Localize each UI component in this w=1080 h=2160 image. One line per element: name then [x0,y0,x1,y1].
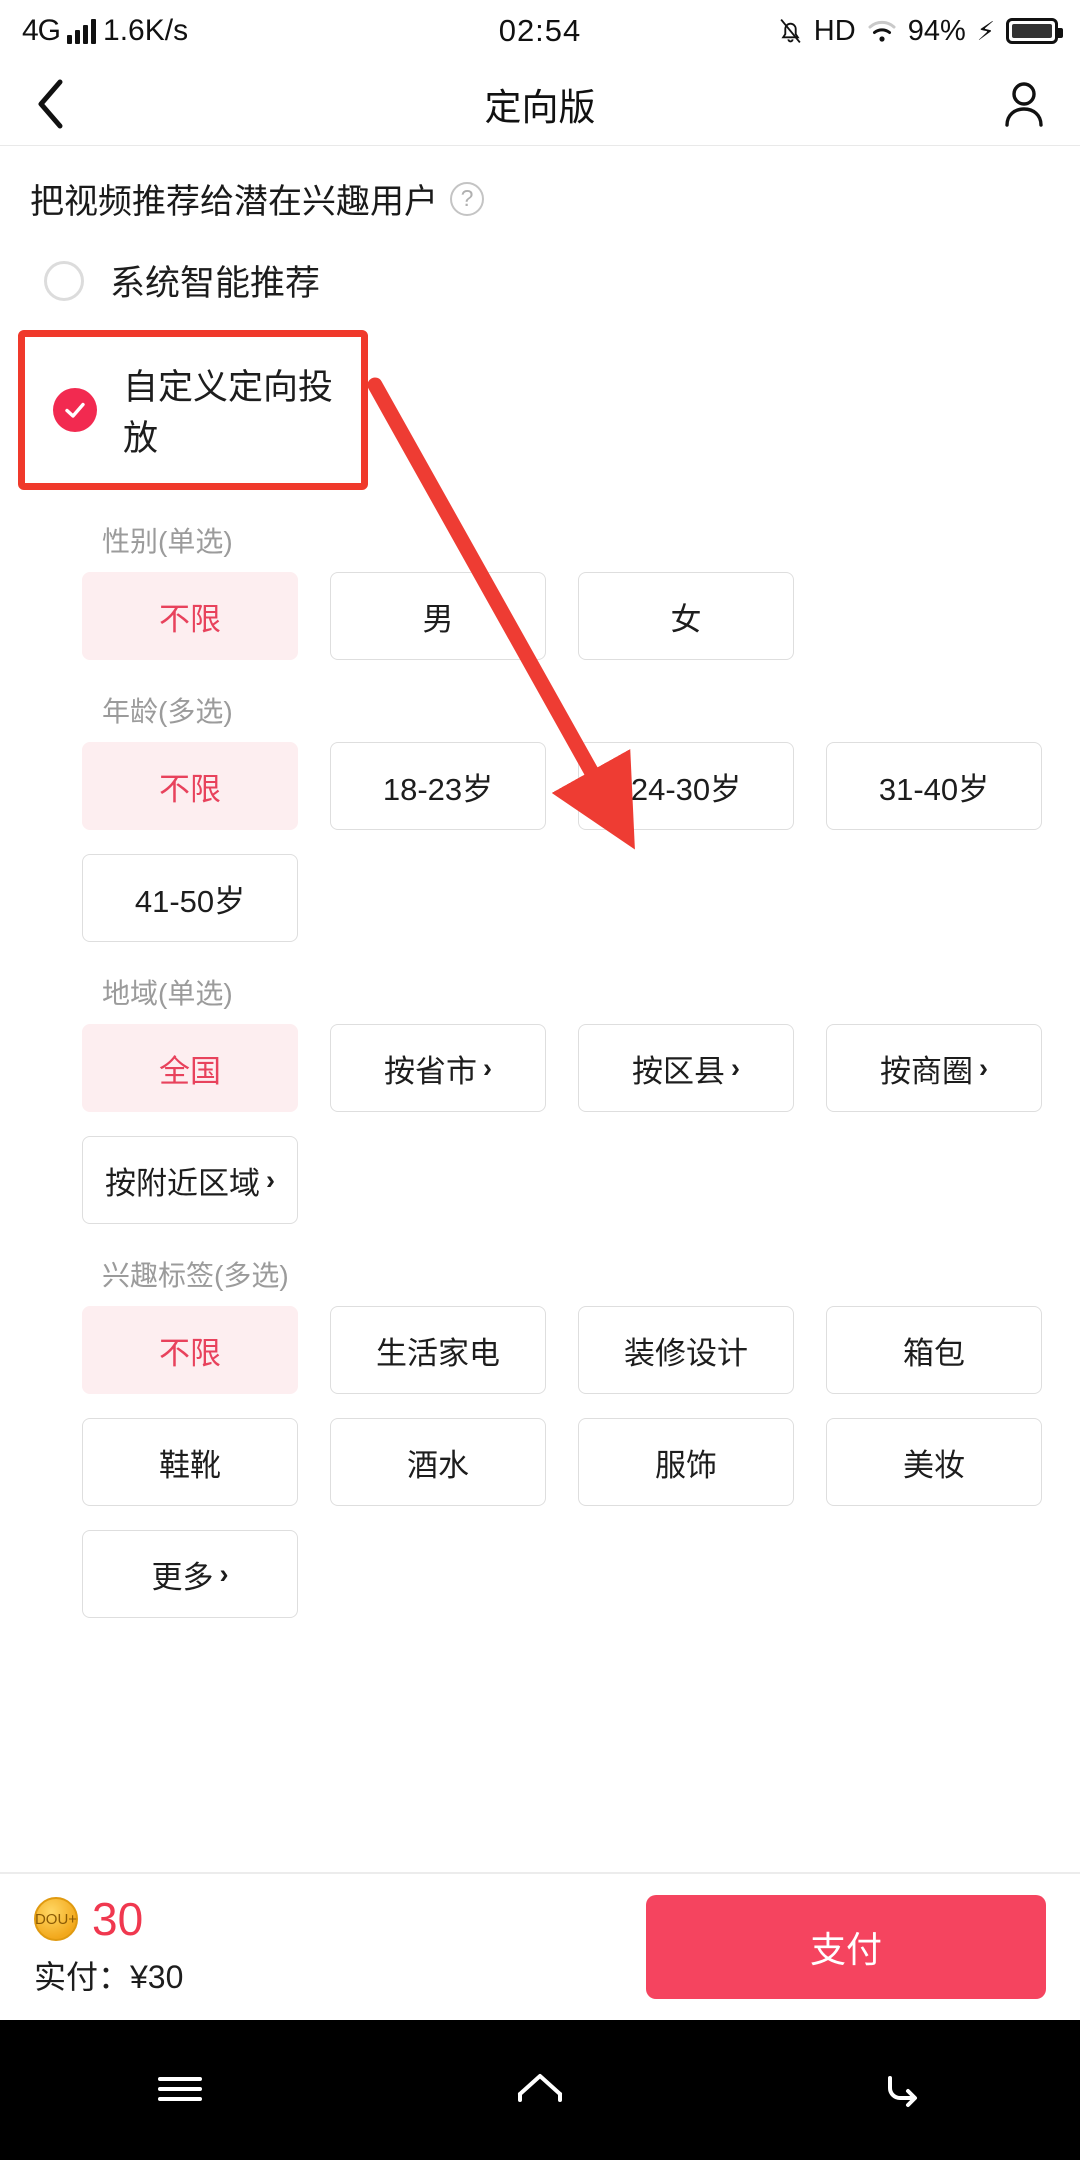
chip-region-1[interactable]: 按省市 › [330,1024,546,1112]
section-interest: 兴趣标签(多选) 不限 生活家电 装修设计 箱包 鞋靴 酒水 服饰 美妆 更多 › [0,1224,1080,1618]
chip-label: 更多 [151,1559,214,1595]
chip-label: 24-30岁 [630,771,742,807]
chip-interest-7[interactable]: 美妆 [826,1418,1042,1506]
status-bar-right: HD 94% ⚡ [778,14,1063,48]
chevron-right-icon: › [219,1558,229,1589]
chip-age-3[interactable]: 31-40岁 [826,742,1042,830]
chip-age-0[interactable]: 不限 [82,742,298,830]
android-navigation-bar [0,2020,1080,2160]
highlight-annotation-box: 自定义定向投放 [18,330,368,490]
main-content: 把视频推荐给潜在兴趣用户 ? 系统智能推荐 自定义定向投放 性别(单选) 不限 … [0,146,1080,1618]
section-label-interest: 兴趣标签(多选) [102,1260,289,1291]
pay-amount-row: DOU+ 30 [34,1896,183,1942]
person-icon[interactable] [1002,81,1046,127]
chip-label: 生活家电 [376,1335,500,1371]
back-arrow-icon [872,2060,928,2121]
radio-checked-icon[interactable] [53,388,97,432]
chip-label: 箱包 [903,1335,965,1371]
chip-label: 不限 [159,601,221,637]
battery-icon [1006,18,1063,44]
home-button[interactable] [480,2060,600,2121]
section-label-age: 年龄(多选) [102,696,233,727]
chip-grid-region: 全国 按省市 › 按区县 › 按商圈 › 按附近区域 › [30,1024,1050,1224]
chip-gender-0[interactable]: 不限 [82,572,298,660]
chip-age-1[interactable]: 18-23岁 [330,742,546,830]
chip-region-0[interactable]: 全国 [82,1024,298,1112]
chip-label: 全国 [159,1053,221,1089]
charging-bolt-icon: ⚡ [976,15,995,46]
dou-coin-icon: DOU+ [34,1897,78,1941]
page-title: 定向版 [484,86,596,128]
chip-label: 18-23岁 [382,771,494,807]
chip-interest-2[interactable]: 装修设计 [578,1306,794,1394]
chip-label: 按商圈 [880,1053,973,1089]
chip-label: 鞋靴 [159,1447,221,1483]
recents-button[interactable] [120,2060,240,2121]
question-mark-icon[interactable]: ? [450,181,484,216]
headline-row: 把视频推荐给潜在兴趣用户 ? [0,146,1080,229]
battery-percent-label: 94% [907,14,966,47]
headline-text: 把视频推荐给潜在兴趣用户 [30,183,438,221]
wifi-icon [867,18,897,44]
chip-label: 不限 [159,1335,221,1371]
chevron-right-icon: › [979,1052,988,1083]
chip-interest-3[interactable]: 箱包 [826,1306,1042,1394]
chip-label: 41-50岁 [134,883,246,919]
chip-interest-5[interactable]: 酒水 [330,1418,546,1506]
section-gender: 性别(单选) 不限 男 女 [0,490,1080,660]
mode-option-system[interactable]: 系统智能推荐 [0,229,1080,330]
mode-option-label: 自定义定向投放 [123,368,334,458]
chip-label: 酒水 [407,1447,469,1483]
chip-label: 按区县 [632,1053,725,1089]
chip-interest-1[interactable]: 生活家电 [330,1306,546,1394]
chevron-right-icon: › [483,1052,492,1083]
hd-icon: HD [813,14,856,47]
chip-grid-gender: 不限 男 女 [30,572,1050,660]
chip-label: 31-40岁 [878,771,990,807]
menu-icon [152,2060,208,2121]
actual-paid-label: 实付：¥30 [34,1959,184,1995]
mode-option-label: 系统智能推荐 [110,264,321,303]
app-header: 定向版 [0,62,1080,146]
pay-bar: DOU+ 30 实付：¥30 支付 [0,1872,1080,2020]
chip-age-2[interactable]: 24-30岁 [578,742,794,830]
chip-interest-8[interactable]: 更多 › [82,1530,298,1618]
chevron-right-icon: › [731,1052,740,1083]
chip-gender-1[interactable]: 男 [330,572,546,660]
chip-label: 男 [422,601,454,637]
chip-age-4[interactable]: 41-50岁 [82,854,298,942]
chip-gender-2[interactable]: 女 [578,572,794,660]
status-bar: 4G 1.6K/s 02:54 HD 94% ⚡ [0,0,1080,62]
chip-label: 装修设计 [624,1335,748,1371]
chip-interest-0[interactable]: 不限 [82,1306,298,1394]
radio-unchecked-icon[interactable] [44,260,84,301]
bell-mute-icon [778,17,803,45]
chevron-right-icon: › [266,1164,275,1195]
section-label-region: 地域(单选) [102,978,233,1009]
section-age: 年龄(多选) 不限 18-23岁 24-30岁 31-40岁 41-50岁 [0,660,1080,942]
section-region: 地域(单选) 全国 按省市 › 按区县 › 按商圈 › 按附近区域 › [0,942,1080,1224]
chip-label: 不限 [159,771,221,807]
chip-label: 按附近区域 [105,1165,260,1201]
chip-region-4[interactable]: 按附近区域 › [82,1136,298,1224]
back-button[interactable] [840,2060,960,2121]
pay-button[interactable]: 支付 [646,1895,1046,1999]
pay-summary: DOU+ 30 实付：¥30 [34,1896,183,1998]
mode-option-custom[interactable]: 自定义定向投放 [25,337,361,483]
chip-interest-4[interactable]: 鞋靴 [82,1418,298,1506]
chip-region-3[interactable]: 按商圈 › [826,1024,1042,1112]
chip-grid-interest: 不限 生活家电 装修设计 箱包 鞋靴 酒水 服饰 美妆 更多 › [30,1306,1050,1618]
pay-amount-label: 30 [92,1893,144,1945]
chip-interest-6[interactable]: 服饰 [578,1418,794,1506]
chip-label: 按省市 [384,1053,477,1089]
chip-grid-age: 不限 18-23岁 24-30岁 31-40岁 41-50岁 [30,742,1050,942]
chip-label: 服饰 [655,1447,717,1483]
chip-label: 美妆 [903,1447,965,1483]
chip-label: 女 [670,601,702,637]
chip-region-2[interactable]: 按区县 › [578,1024,794,1112]
home-icon [512,2060,568,2121]
section-label-gender: 性别(单选) [102,526,233,557]
